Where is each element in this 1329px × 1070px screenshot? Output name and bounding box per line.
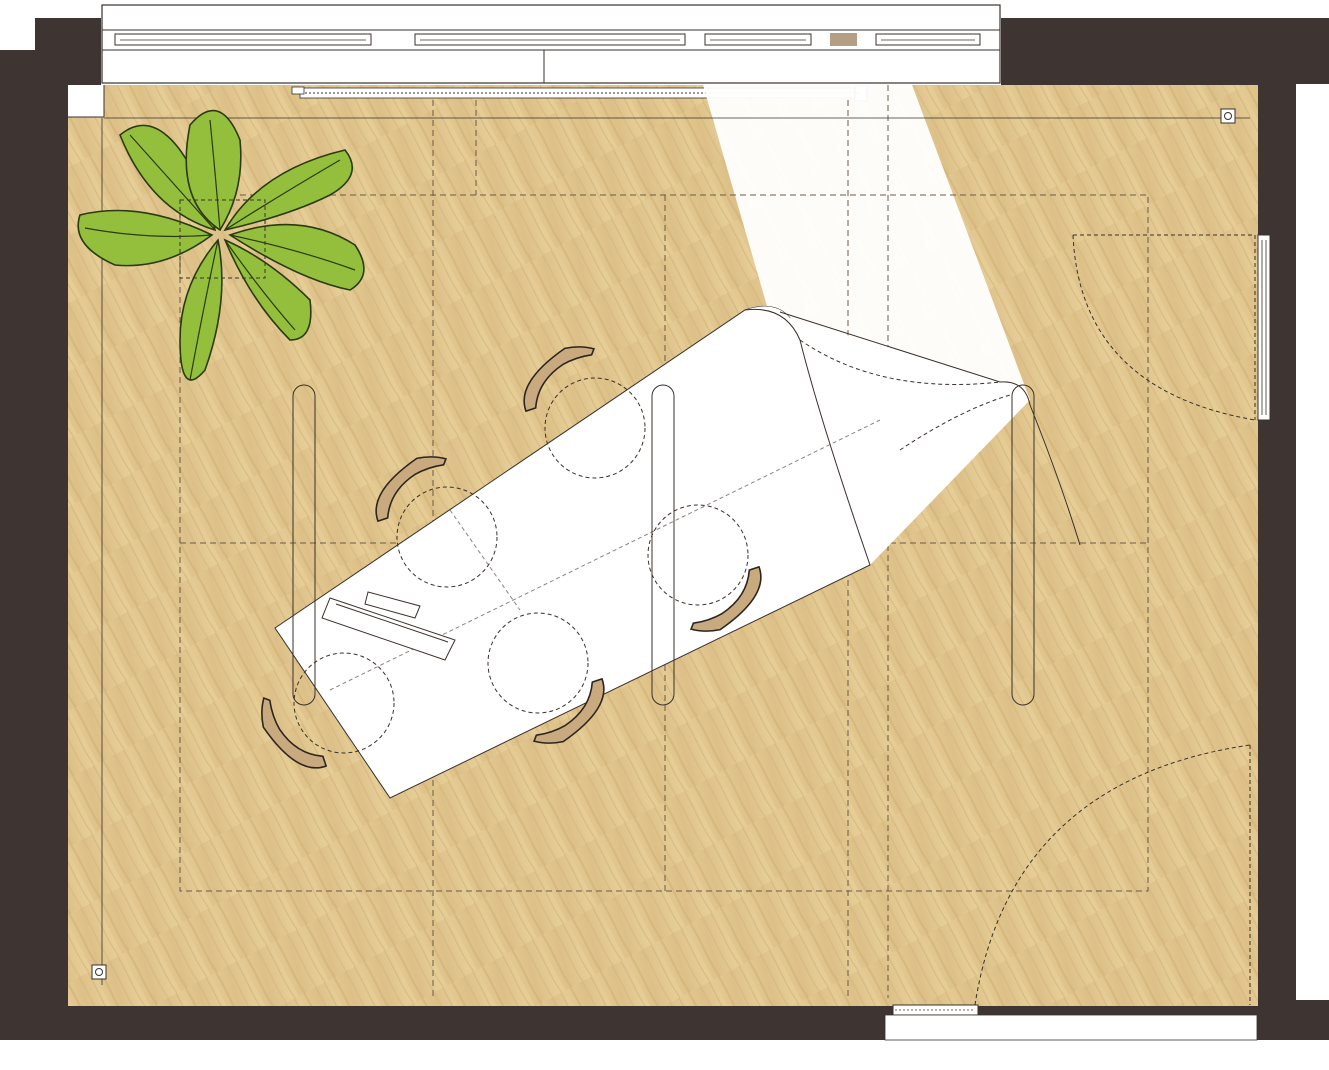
floor-notch-topleft — [68, 85, 104, 117]
bottom-strip — [68, 1040, 1258, 1070]
outlet-icon — [91, 964, 107, 980]
floor-plan — [0, 4, 1329, 1070]
outlet-icon — [1220, 108, 1236, 124]
window-frame — [101, 4, 1001, 84]
top-window — [101, 4, 1001, 84]
window-beige-panel — [830, 33, 857, 46]
